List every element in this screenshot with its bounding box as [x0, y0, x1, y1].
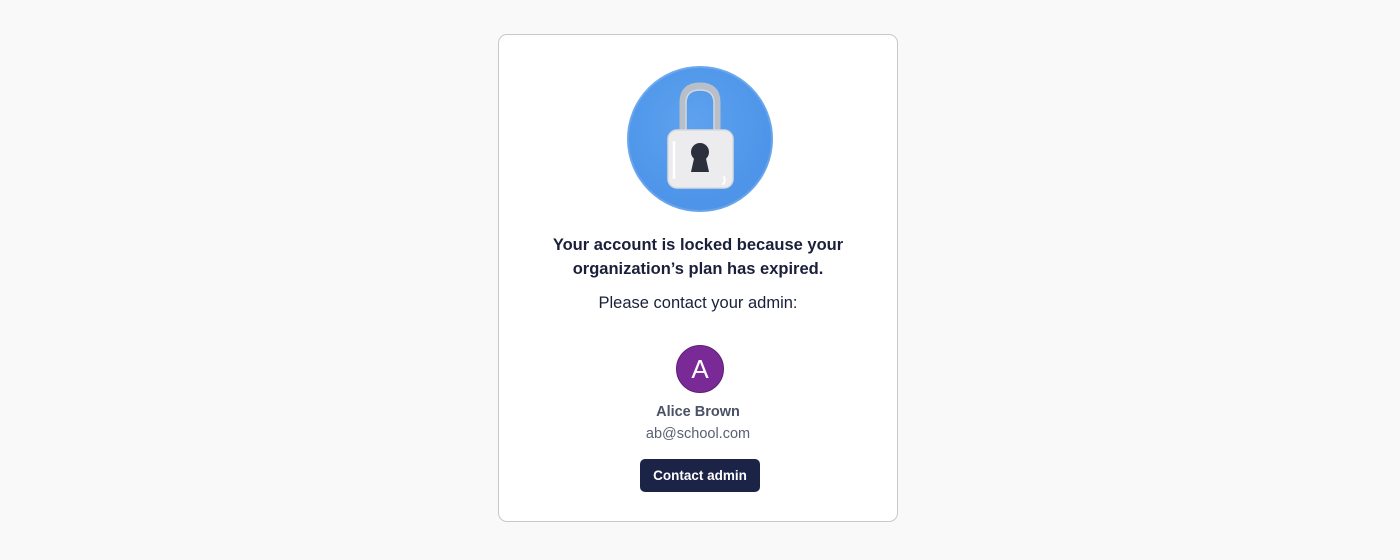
headline-line-2: organization’s plan has expired.	[572, 260, 824, 278]
headline-line-1: Your account is locked because your	[552, 236, 844, 254]
padlock-icon	[627, 66, 773, 212]
contact-admin-button[interactable]: Contact admin	[640, 459, 760, 492]
locked-headline: Your account is locked because your orga…	[519, 233, 877, 281]
contact-instruction: Please contact your admin:	[598, 294, 798, 312]
admin-email: ab@school.com	[645, 426, 751, 442]
locked-account-card: Your account is locked because your orga…	[498, 34, 898, 522]
padlock-illustration	[667, 82, 734, 189]
admin-name: Alice Brown	[656, 404, 740, 420]
admin-avatar: A	[676, 345, 724, 393]
